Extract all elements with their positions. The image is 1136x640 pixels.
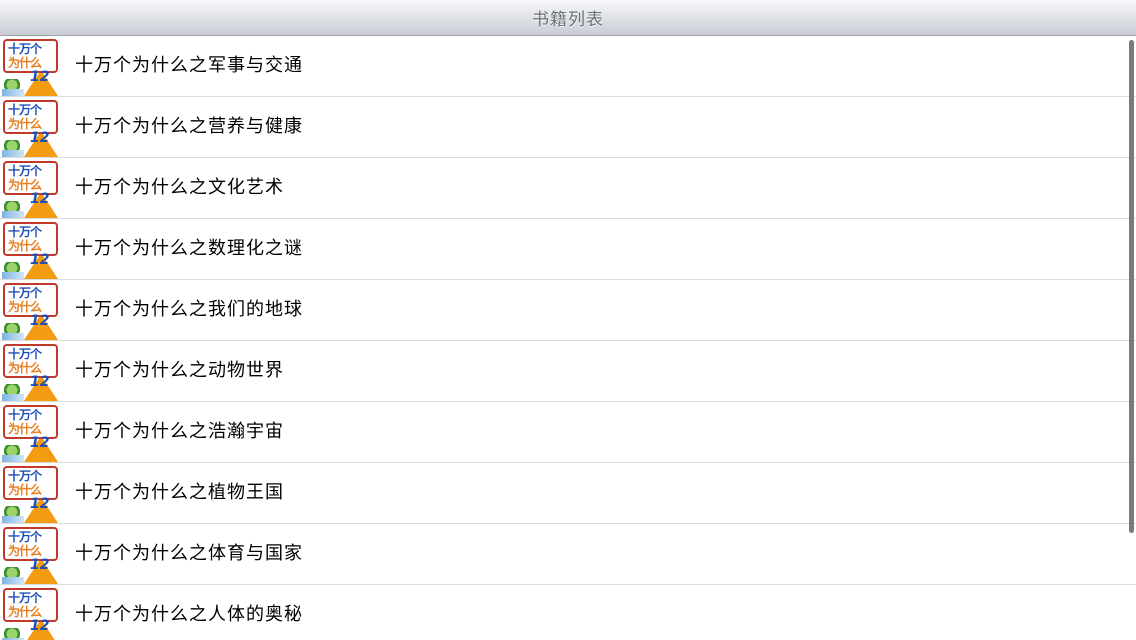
book-cover-image: 十万个 为什么 12 bbox=[2, 466, 60, 523]
cover-number: 12 bbox=[30, 130, 50, 146]
book-title: 十万个为什么之营养与健康 bbox=[75, 116, 303, 137]
cover-number: 12 bbox=[30, 618, 50, 634]
list-item[interactable]: 十万个 为什么 12 十万个为什么之我们的地球 bbox=[0, 280, 1136, 341]
book-cover-image: 十万个 为什么 12 bbox=[2, 39, 60, 96]
cover-number: 12 bbox=[30, 252, 50, 268]
book-title: 十万个为什么之动物世界 bbox=[75, 360, 284, 381]
book-title: 十万个为什么之文化艺术 bbox=[75, 177, 284, 198]
list-item[interactable]: 十万个 为什么 12 十万个为什么之文化艺术 bbox=[0, 158, 1136, 219]
scrollbar[interactable] bbox=[1129, 40, 1134, 533]
book-title: 十万个为什么之我们的地球 bbox=[75, 299, 303, 320]
book-cover-image: 十万个 为什么 12 bbox=[2, 588, 60, 640]
list-item[interactable]: 十万个 为什么 12 十万个为什么之数理化之谜 bbox=[0, 219, 1136, 280]
page-title: 书籍列表 bbox=[532, 10, 604, 30]
list-item[interactable]: 十万个 为什么 12 十万个为什么之人体的奥秘 bbox=[0, 585, 1136, 640]
list-item[interactable]: 十万个 为什么 12 十万个为什么之军事与交通 bbox=[0, 36, 1136, 97]
book-cover-image: 十万个 为什么 12 bbox=[2, 222, 60, 279]
book-cover-image: 十万个 为什么 12 bbox=[2, 527, 60, 584]
cover-number: 12 bbox=[30, 557, 50, 573]
navigation-bar: 书籍列表 bbox=[0, 0, 1136, 36]
book-list[interactable]: 十万个 为什么 12 十万个为什么之军事与交通 十万个 为什么 12 十万个为什么之营养与健康… bbox=[0, 36, 1136, 640]
list-item[interactable]: 十万个 为什么 12 十万个为什么之浩瀚宇宙 bbox=[0, 402, 1136, 463]
list-item[interactable]: 十万个 为什么 12 十万个为什么之植物王国 bbox=[0, 463, 1136, 524]
cover-number: 12 bbox=[30, 313, 50, 329]
book-title: 十万个为什么之军事与交通 bbox=[75, 55, 303, 76]
list-item[interactable]: 十万个 为什么 12 十万个为什么之营养与健康 bbox=[0, 97, 1136, 158]
cover-number: 12 bbox=[30, 191, 50, 207]
book-cover-image: 十万个 为什么 12 bbox=[2, 405, 60, 462]
cover-number: 12 bbox=[30, 69, 50, 85]
book-title: 十万个为什么之植物王国 bbox=[75, 482, 284, 503]
book-cover-image: 十万个 为什么 12 bbox=[2, 100, 60, 157]
cover-number: 12 bbox=[30, 496, 50, 512]
book-title: 十万个为什么之体育与国家 bbox=[75, 543, 303, 564]
book-title: 十万个为什么之人体的奥秘 bbox=[75, 604, 303, 625]
list-item[interactable]: 十万个 为什么 12 十万个为什么之动物世界 bbox=[0, 341, 1136, 402]
book-title: 十万个为什么之数理化之谜 bbox=[75, 238, 303, 259]
book-title: 十万个为什么之浩瀚宇宙 bbox=[75, 421, 284, 442]
book-cover-image: 十万个 为什么 12 bbox=[2, 161, 60, 218]
book-cover-image: 十万个 为什么 12 bbox=[2, 344, 60, 401]
cover-number: 12 bbox=[30, 435, 50, 451]
list-item[interactable]: 十万个 为什么 12 十万个为什么之体育与国家 bbox=[0, 524, 1136, 585]
book-cover-image: 十万个 为什么 12 bbox=[2, 283, 60, 340]
cover-number: 12 bbox=[30, 374, 50, 390]
